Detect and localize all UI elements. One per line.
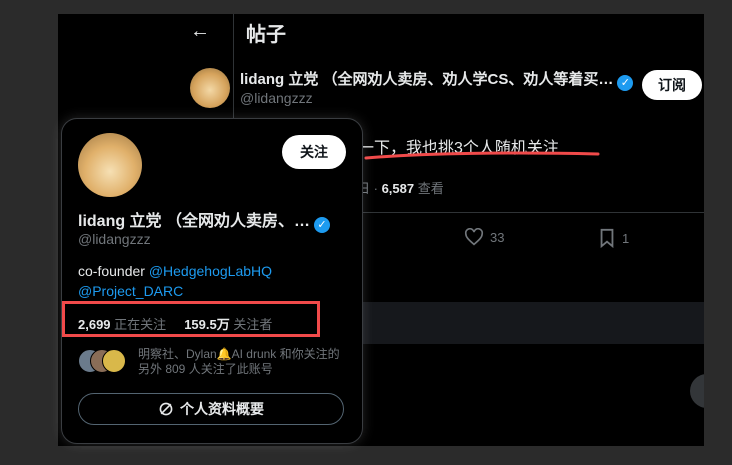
page-title: 帖子	[246, 24, 286, 46]
bookmark-button[interactable]: 1	[598, 228, 629, 248]
profile-bio: co-founder @HedgehogLabHQ @Project_DARC	[78, 261, 272, 301]
page-header: ← 帖子	[58, 14, 704, 54]
like-button[interactable]: 33	[464, 228, 504, 246]
bookmark-icon	[600, 228, 614, 248]
divider	[357, 212, 704, 213]
profile-handle[interactable]: @lidangzzz	[78, 231, 151, 247]
profile-summary-button[interactable]: 个人资料概要	[78, 393, 344, 425]
verified-badge-icon: ✓	[617, 75, 634, 91]
subscribe-button[interactable]: 订阅	[642, 70, 702, 100]
reply-area[interactable]	[348, 302, 704, 344]
profile-avatar[interactable]	[78, 133, 142, 197]
mutual-avatars	[78, 349, 130, 373]
bookmark-count: 1	[622, 230, 630, 246]
red-underline-annotation	[364, 151, 600, 160]
followers-you-know-text: 明察社、Dylan🔔AI drunk 和你关注的另外 809 人关注了此账号	[138, 347, 340, 376]
verified-badge-icon: ✓	[314, 217, 331, 233]
like-count: 33	[490, 229, 505, 245]
profile-hover-card: 关注 lidang 立党 （全网劝人卖房、… ✓ @lidangzzz co-fo…	[61, 118, 363, 444]
red-highlight-box	[62, 301, 320, 337]
mutual-avatar	[102, 349, 126, 373]
bio-prefix: co-founder	[78, 263, 149, 279]
post-author-name-text: lidang 立党 （全网劝人卖房、劝人学CS、劝人等着买…	[240, 71, 614, 88]
post-meta: 日 · 6,587 查看	[357, 178, 444, 197]
views-label: 查看	[417, 181, 444, 196]
post-author-avatar[interactable]	[190, 68, 230, 108]
post-author-name[interactable]: lidang 立党 （全网劝人卖房、劝人学CS、劝人等着买… ✓	[240, 68, 634, 91]
profile-summary-icon	[159, 402, 173, 416]
views-count: 6,587	[381, 181, 415, 196]
heart-icon	[464, 228, 484, 246]
bio-link-project-darc[interactable]: @Project_DARC	[78, 283, 183, 299]
profile-name-text: lidang 立党 （全网劝人卖房、…	[78, 213, 311, 230]
back-arrow-icon[interactable]: ←	[190, 20, 210, 43]
post-author-handle[interactable]: @lidangzzz	[240, 90, 313, 106]
profile-summary-label: 个人资料概要	[180, 401, 264, 417]
follow-button[interactable]: 关注	[282, 135, 346, 169]
profile-name[interactable]: lidang 立党 （全网劝人卖房、… ✓	[78, 207, 331, 233]
scroll-button[interactable]	[690, 374, 704, 408]
bio-link-hedgehoglab[interactable]: @HedgehogLabHQ	[149, 263, 272, 279]
